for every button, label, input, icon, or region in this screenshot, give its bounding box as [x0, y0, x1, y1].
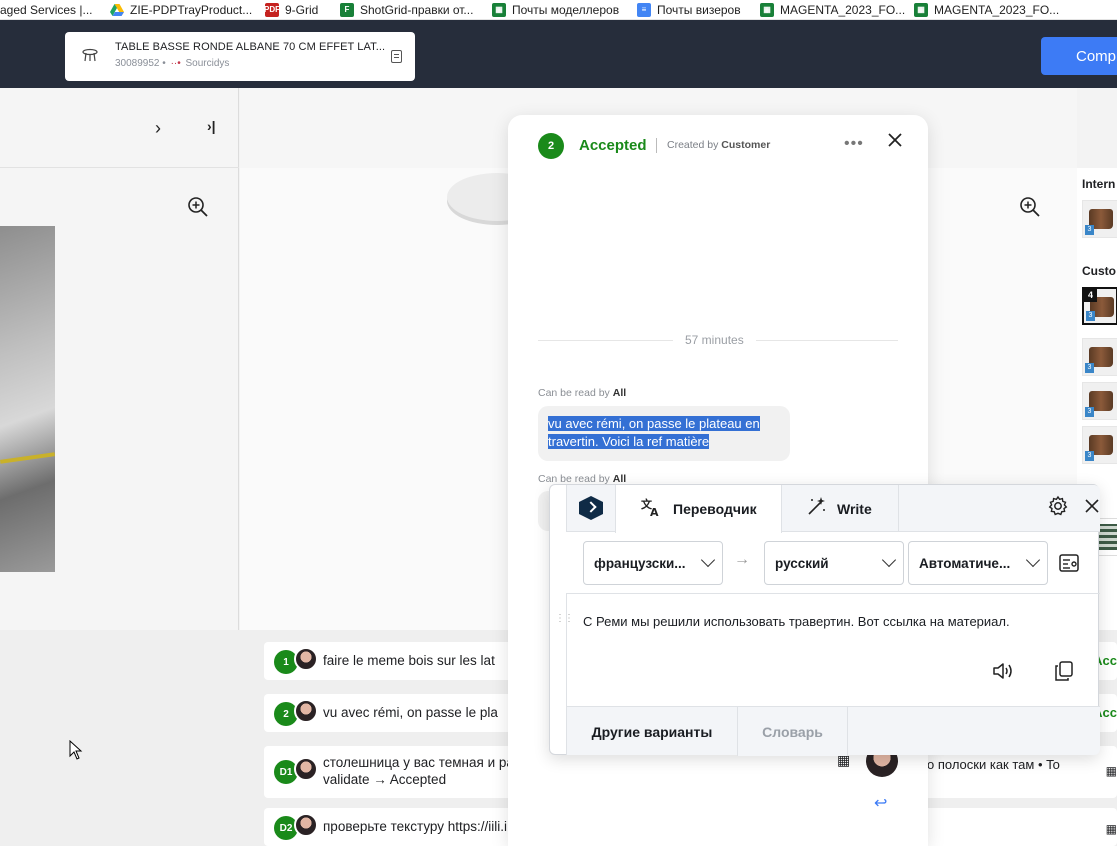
tab-translator[interactable]: 文A Переводчик — [615, 485, 782, 533]
target-language-select[interactable]: русский — [764, 541, 904, 585]
translate-icon: 文A — [641, 497, 663, 522]
avatar — [294, 647, 318, 671]
chevron-down-icon — [881, 552, 897, 568]
settings-gear-icon[interactable] — [1047, 495, 1069, 522]
product-type-icon — [82, 48, 98, 62]
product-subtitle: 30089952 • ··• Sourcidys — [115, 58, 230, 69]
dictionary-button[interactable]: Словарь — [738, 707, 848, 756]
zoom-in-icon[interactable] — [187, 196, 209, 223]
supplier-icon: ··• — [170, 58, 181, 69]
comment-text: faire le meme bois sur les lat — [323, 653, 495, 668]
comment-text: столешница у вас темная и раз — [323, 755, 520, 770]
thumbnail[interactable]: 3 — [1082, 382, 1117, 420]
sheets-icon: ▦ — [760, 2, 774, 17]
translator-popup: ⋮⋮ 文A Переводчик Write французски... → р… — [549, 484, 1100, 756]
sheets-icon: ▦ — [492, 2, 506, 17]
comment-status-change: validate → Accepted — [323, 772, 447, 787]
next-arrow-icon[interactable]: › — [155, 118, 161, 139]
app-header: TABLE BASSE RONDE ALBANE 70 CM EFFET LAT… — [0, 20, 1117, 88]
chevron-down-icon — [700, 552, 716, 568]
close-icon[interactable] — [1085, 499, 1099, 518]
style-select[interactable]: Автоматиче... — [908, 541, 1048, 585]
arrow-right-icon: → — [734, 551, 750, 568]
docs-icon: ≡ — [637, 2, 651, 17]
pdf-icon: PDF — [264, 2, 280, 17]
avatar — [294, 813, 318, 837]
comment-number: 2 — [538, 133, 564, 159]
message-text: vu avec rémi, on passe le plateau en tra… — [548, 416, 760, 449]
more-options-icon[interactable]: ••• — [844, 135, 864, 153]
bookmark-visers-mail[interactable]: ≡ Почты визеров — [637, 0, 741, 19]
3d-badge: 3 — [1085, 363, 1094, 373]
comment-text-tail: о полоски как там • To — [927, 757, 1060, 772]
bookmark-managed-services[interactable]: aged Services |... — [0, 0, 93, 19]
3d-badge: 3 — [1086, 311, 1095, 321]
product-supplier: Sourcidys — [185, 58, 230, 69]
left-viewer: › ›| — [0, 88, 239, 630]
bookmark-zie-pdp[interactable]: ZIE-PDPTrayProduct... — [110, 0, 252, 19]
product-card[interactable]: TABLE BASSE RONDE ALBANE 70 CM EFFET LAT… — [65, 32, 415, 81]
bookmark-magenta-2[interactable]: ▦ MAGENTA_2023_FO... — [914, 0, 1059, 19]
last-arrow-icon[interactable]: ›| — [207, 118, 216, 134]
bookmarks-bar: aged Services |... ZIE-PDPTrayProduct...… — [0, 0, 1117, 20]
speaker-icon[interactable] — [992, 661, 1014, 686]
version-badge: 4 — [1084, 289, 1097, 302]
alternatives-button[interactable]: Другие варианты — [567, 707, 738, 756]
avatar — [294, 757, 318, 781]
internal-section-label: Intern — [1082, 177, 1116, 191]
bookmark-modelers-mail[interactable]: ▦ Почты моделлеров — [492, 0, 619, 19]
comment-text: vu avec rémi, on passe le pla — [323, 705, 498, 720]
comment-text: проверьте текстуру https://iili.i — [323, 819, 508, 834]
status-badge: Accepted — [579, 137, 647, 154]
thumbnail-selected[interactable]: 4 3 — [1082, 287, 1117, 325]
3d-badge: 3 — [1085, 407, 1094, 417]
svg-text:A: A — [650, 506, 659, 517]
translation-text[interactable]: С Реми мы решили использовать травертин.… — [583, 614, 1010, 629]
customer-section-label: Custo — [1082, 264, 1116, 278]
translator-footer: Другие варианты Словарь — [566, 706, 1100, 756]
sheet-f-icon: F — [340, 2, 354, 17]
product-id: 30089952 — [115, 58, 160, 69]
time-separator: 57 minutes — [673, 333, 756, 347]
sheets-icon: ▦ — [914, 2, 928, 17]
avatar — [294, 699, 318, 723]
product-title: TABLE BASSE RONDE ALBANE 70 CM EFFET LAT… — [115, 41, 386, 53]
compare-button[interactable]: Comp — [1041, 37, 1117, 75]
mouse-cursor-icon — [69, 739, 83, 765]
3d-badge: 3 — [1085, 225, 1094, 235]
thumbnail[interactable]: 3 — [1082, 200, 1117, 238]
deepl-logo-icon — [579, 496, 603, 520]
bookmark-magenta-1[interactable]: ▦ MAGENTA_2023_FO... — [760, 0, 905, 19]
bookmark-9-grid[interactable]: PDF 9-Grid — [264, 0, 318, 19]
tab-write[interactable]: Write — [782, 485, 899, 532]
close-icon[interactable] — [888, 133, 902, 152]
3d-badge: 3 — [1085, 451, 1094, 461]
chevron-down-icon — [1025, 552, 1041, 568]
version-navigation: › ›| — [0, 88, 239, 168]
building-icon: ▦ — [1105, 822, 1117, 836]
building-icon: ▦ — [1105, 764, 1117, 778]
magic-wand-icon — [807, 496, 827, 521]
created-by: Created by Customer — [667, 139, 771, 151]
source-language-select[interactable]: французски... — [583, 541, 723, 585]
message-bubble[interactable]: vu avec rémi, on passe le plateau en tra… — [538, 406, 790, 461]
visibility-label: Can be read by All — [538, 387, 627, 399]
document-icon[interactable] — [391, 50, 402, 63]
translation-output: С Реми мы решили использовать травертин.… — [566, 593, 1100, 706]
copy-icon[interactable] — [1053, 660, 1075, 687]
bookmark-shotgrid[interactable]: F ShotGrid-правки от... — [340, 0, 473, 19]
thumbnail[interactable]: 3 — [1082, 338, 1117, 376]
reply-icon[interactable]: ↩ — [874, 793, 887, 813]
translator-tabs: 文A Переводчик Write — [566, 485, 1100, 533]
glossary-icon[interactable] — [1058, 552, 1080, 579]
zoom-in-icon[interactable] — [1019, 196, 1041, 223]
reference-photo[interactable] — [0, 226, 55, 572]
google-drive-icon — [110, 3, 124, 17]
thumbnail[interactable]: 3 — [1082, 426, 1117, 464]
